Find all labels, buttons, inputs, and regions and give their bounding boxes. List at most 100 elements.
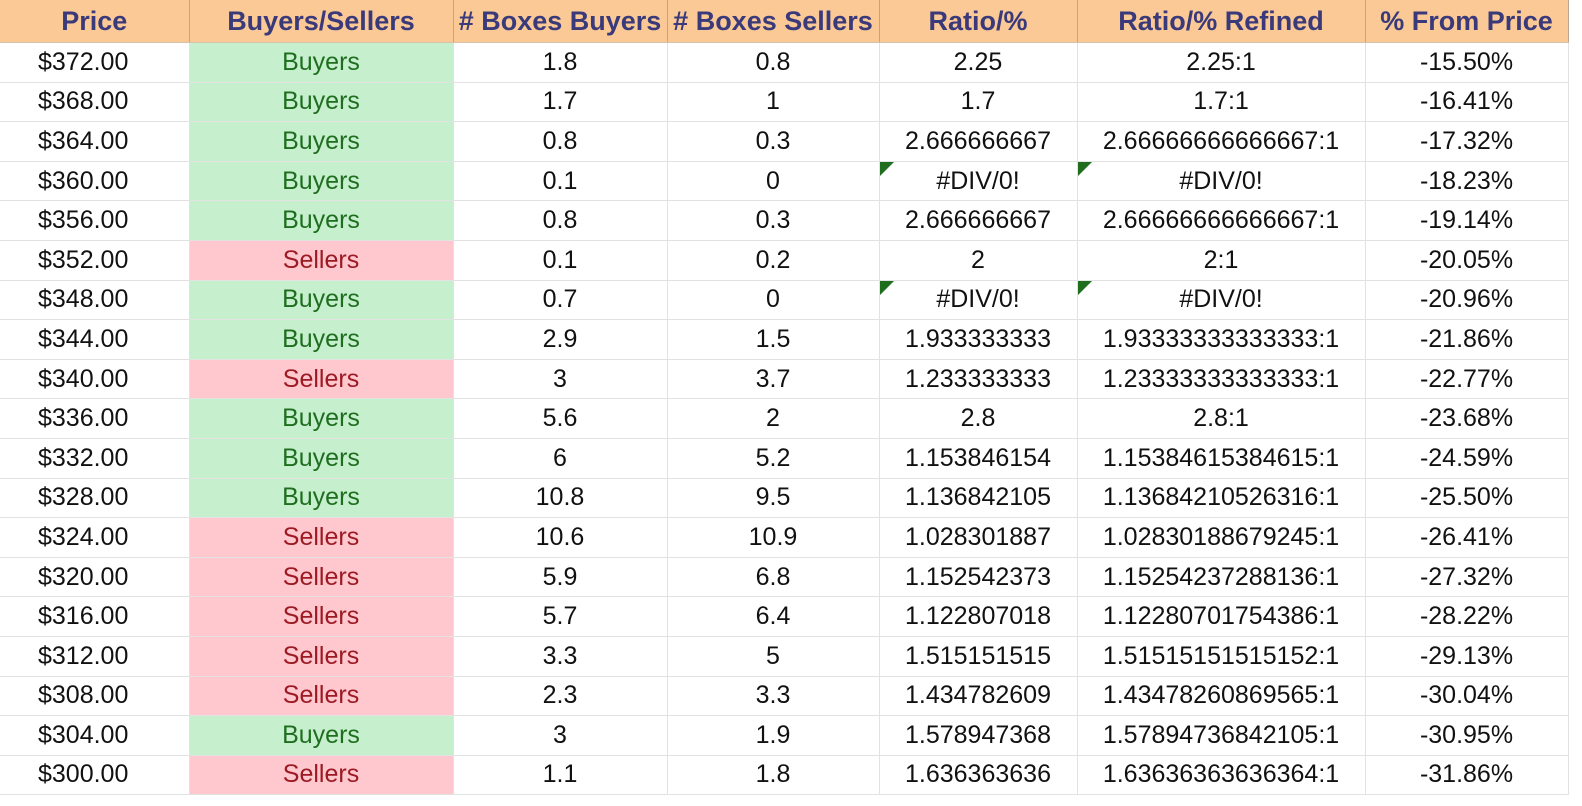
boxes-buyers-cell[interactable]: 3 <box>453 715 668 756</box>
ratio-refined-cell[interactable]: 1.12280701754386:1 <box>1077 596 1366 637</box>
ratio-refined-cell[interactable]: #DIV/0! <box>1077 161 1366 202</box>
ratio-refined-cell[interactable]: 1.15254237288136:1 <box>1077 557 1366 598</box>
price-cell[interactable]: $372.00 <box>0 42 190 83</box>
ratio-cell[interactable]: 1.933333333 <box>879 319 1078 360</box>
header-boxes-buyers[interactable]: # Boxes Buyers <box>453 0 668 43</box>
ratio-cell[interactable]: 1.136842105 <box>879 478 1078 519</box>
price-cell[interactable]: $304.00 <box>0 715 190 756</box>
boxes-sellers-cell[interactable]: 0.2 <box>667 240 880 281</box>
price-cell[interactable]: $368.00 <box>0 82 190 123</box>
from-price-cell[interactable]: -25.50% <box>1365 478 1569 519</box>
ratio-cell[interactable]: #DIV/0! <box>879 280 1078 321</box>
ratio-refined-cell[interactable]: 1.15384615384615:1 <box>1077 438 1366 479</box>
header-buyers-sellers[interactable]: Buyers/Sellers <box>189 0 454 43</box>
header-ratio[interactable]: Ratio/% <box>879 0 1078 43</box>
side-cell[interactable]: Buyers <box>189 200 454 241</box>
from-price-cell[interactable]: -20.96% <box>1365 280 1569 321</box>
boxes-sellers-cell[interactable]: 1.8 <box>667 755 880 796</box>
ratio-cell[interactable]: 1.7 <box>879 82 1078 123</box>
boxes-sellers-cell[interactable]: 5 <box>667 636 880 677</box>
ratio-cell[interactable]: 2.666666667 <box>879 200 1078 241</box>
price-cell[interactable]: $300.00 <box>0 755 190 796</box>
boxes-sellers-cell[interactable]: 3.3 <box>667 676 880 717</box>
boxes-buyers-cell[interactable]: 2.3 <box>453 676 668 717</box>
side-cell[interactable]: Sellers <box>189 636 454 677</box>
side-cell[interactable]: Sellers <box>189 596 454 637</box>
side-cell[interactable]: Buyers <box>189 715 454 756</box>
boxes-buyers-cell[interactable]: 1.7 <box>453 82 668 123</box>
boxes-buyers-cell[interactable]: 10.6 <box>453 517 668 558</box>
side-cell[interactable]: Buyers <box>189 82 454 123</box>
boxes-buyers-cell[interactable]: 3.3 <box>453 636 668 677</box>
boxes-sellers-cell[interactable]: 1 <box>667 82 880 123</box>
boxes-sellers-cell[interactable]: 0.3 <box>667 200 880 241</box>
ratio-refined-cell[interactable]: 2:1 <box>1077 240 1366 281</box>
ratio-cell[interactable]: 1.515151515 <box>879 636 1078 677</box>
boxes-buyers-cell[interactable]: 2.9 <box>453 319 668 360</box>
ratio-refined-cell[interactable]: 1.93333333333333:1 <box>1077 319 1366 360</box>
boxes-buyers-cell[interactable]: 5.9 <box>453 557 668 598</box>
from-price-cell[interactable]: -26.41% <box>1365 517 1569 558</box>
ratio-cell[interactable]: 1.578947368 <box>879 715 1078 756</box>
ratio-refined-cell[interactable]: 2.8:1 <box>1077 398 1366 439</box>
from-price-cell[interactable]: -21.86% <box>1365 319 1569 360</box>
price-cell[interactable]: $328.00 <box>0 478 190 519</box>
boxes-sellers-cell[interactable]: 6.4 <box>667 596 880 637</box>
side-cell[interactable]: Sellers <box>189 676 454 717</box>
price-cell[interactable]: $316.00 <box>0 596 190 637</box>
boxes-sellers-cell[interactable]: 2 <box>667 398 880 439</box>
ratio-refined-cell[interactable]: 2.25:1 <box>1077 42 1366 83</box>
ratio-cell[interactable]: 1.434782609 <box>879 676 1078 717</box>
ratio-refined-cell[interactable]: 1.51515151515152:1 <box>1077 636 1366 677</box>
boxes-buyers-cell[interactable]: 0.8 <box>453 121 668 162</box>
ratio-refined-cell[interactable]: 1.57894736842105:1 <box>1077 715 1366 756</box>
ratio-refined-cell[interactable]: #DIV/0! <box>1077 280 1366 321</box>
price-cell[interactable]: $344.00 <box>0 319 190 360</box>
ratio-cell[interactable]: 1.153846154 <box>879 438 1078 479</box>
boxes-sellers-cell[interactable]: 9.5 <box>667 478 880 519</box>
ratio-cell[interactable]: #DIV/0! <box>879 161 1078 202</box>
ratio-cell[interactable]: 2.25 <box>879 42 1078 83</box>
side-cell[interactable]: Sellers <box>189 359 454 400</box>
ratio-cell[interactable]: 1.028301887 <box>879 517 1078 558</box>
price-cell[interactable]: $360.00 <box>0 161 190 202</box>
price-cell[interactable]: $336.00 <box>0 398 190 439</box>
ratio-cell[interactable]: 2.8 <box>879 398 1078 439</box>
boxes-sellers-cell[interactable]: 1.5 <box>667 319 880 360</box>
ratio-refined-cell[interactable]: 1.23333333333333:1 <box>1077 359 1366 400</box>
from-price-cell[interactable]: -29.13% <box>1365 636 1569 677</box>
boxes-sellers-cell[interactable]: 5.2 <box>667 438 880 479</box>
price-cell[interactable]: $364.00 <box>0 121 190 162</box>
side-cell[interactable]: Buyers <box>189 438 454 479</box>
side-cell[interactable]: Buyers <box>189 280 454 321</box>
ratio-refined-cell[interactable]: 1.02830188679245:1 <box>1077 517 1366 558</box>
ratio-cell[interactable]: 1.122807018 <box>879 596 1078 637</box>
ratio-refined-cell[interactable]: 1.43478260869565:1 <box>1077 676 1366 717</box>
price-cell[interactable]: $324.00 <box>0 517 190 558</box>
boxes-buyers-cell[interactable]: 10.8 <box>453 478 668 519</box>
boxes-buyers-cell[interactable]: 0.8 <box>453 200 668 241</box>
boxes-buyers-cell[interactable]: 3 <box>453 359 668 400</box>
from-price-cell[interactable]: -18.23% <box>1365 161 1569 202</box>
side-cell[interactable]: Buyers <box>189 478 454 519</box>
ratio-refined-cell[interactable]: 1.63636363636364:1 <box>1077 755 1366 796</box>
ratio-refined-cell[interactable]: 1.13684210526316:1 <box>1077 478 1366 519</box>
side-cell[interactable]: Sellers <box>189 755 454 796</box>
header-boxes-sellers[interactable]: # Boxes Sellers <box>667 0 880 43</box>
price-cell[interactable]: $348.00 <box>0 280 190 321</box>
price-cell[interactable]: $352.00 <box>0 240 190 281</box>
from-price-cell[interactable]: -24.59% <box>1365 438 1569 479</box>
price-cell[interactable]: $320.00 <box>0 557 190 598</box>
boxes-buyers-cell[interactable]: 0.7 <box>453 280 668 321</box>
side-cell[interactable]: Buyers <box>189 121 454 162</box>
side-cell[interactable]: Buyers <box>189 398 454 439</box>
side-cell[interactable]: Buyers <box>189 42 454 83</box>
from-price-cell[interactable]: -30.95% <box>1365 715 1569 756</box>
from-price-cell[interactable]: -31.86% <box>1365 755 1569 796</box>
boxes-sellers-cell[interactable]: 6.8 <box>667 557 880 598</box>
ratio-cell[interactable]: 1.233333333 <box>879 359 1078 400</box>
price-cell[interactable]: $340.00 <box>0 359 190 400</box>
from-price-cell[interactable]: -19.14% <box>1365 200 1569 241</box>
boxes-sellers-cell[interactable]: 0 <box>667 280 880 321</box>
boxes-sellers-cell[interactable]: 0.3 <box>667 121 880 162</box>
